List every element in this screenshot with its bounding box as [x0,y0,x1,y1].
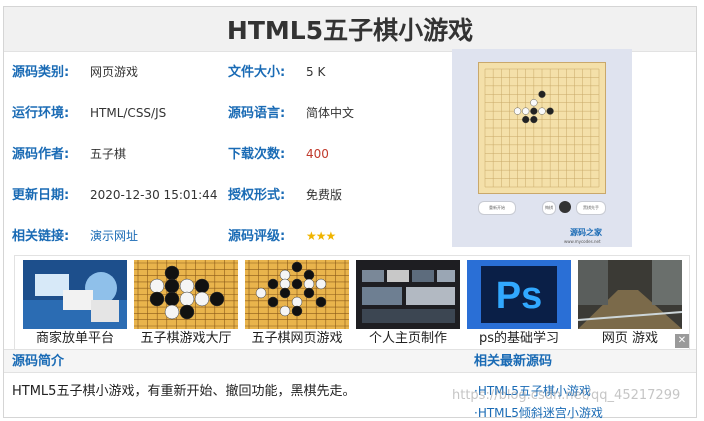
black-stone [291,261,303,273]
black-stone [267,296,279,308]
info-value: 免费版 [306,188,343,202]
preview-image[interactable]: 重新开始 悔棋 黑棋先手 源码之家 www.mycodes.net [452,49,632,247]
info-label: 源码作者: [12,147,70,162]
restart-button: 重新开始 [478,201,516,215]
thumb-image-gomoku-hall [134,260,238,329]
black-stone [267,278,279,290]
black-stone [164,278,180,294]
white-stone [303,278,315,290]
white-stone [291,296,303,308]
title-bar: HTML5五子棋小游戏 [4,7,696,52]
close-icon[interactable]: ✕ [675,334,689,348]
white-stone [538,107,546,115]
info-label: 文件大小: [228,65,286,80]
thumb-item[interactable]: Ps ps的基础学习 [467,260,571,351]
black-stone [179,304,195,320]
white-stone [179,291,195,307]
white-stone [513,107,522,115]
thumb-caption[interactable]: ps的基础学习 [467,329,571,349]
white-stone [279,278,291,290]
site-url: www.mycodes.net [564,239,601,244]
black-stone [530,107,538,115]
recent-section-title: 相关最新源码 [468,349,696,373]
black-stone-indicator [559,201,571,213]
thumb-image-merchant [23,260,127,329]
black-stone [209,291,225,307]
watermark: https://blog.csdn.net/qq_45217299 [452,388,681,403]
black-stone [530,115,538,124]
thumb-caption[interactable]: 网页 游戏 [578,329,682,349]
info-value: 五子棋 [90,147,127,161]
black-stone [303,269,315,281]
thumb-image-gomoku-web [245,260,349,329]
black-stone [164,291,180,307]
thumb-image-photoshop: Ps [467,260,571,329]
black-stone [303,287,315,299]
info-value: 400 [306,147,329,161]
black-first-button: 黑棋先手 [576,201,606,215]
white-stone [255,287,267,299]
thumb-caption[interactable]: 商家放单平台 [23,329,127,349]
thumb-image-web-game [578,260,682,329]
black-stone [546,107,554,115]
rating-stars: ★★★ [306,229,336,243]
thumb-item[interactable]: 网页 游戏 [578,260,682,351]
thumb-item[interactable]: 商家放单平台 [23,260,127,351]
white-stone [522,107,530,115]
info-label: 源码语言: [228,106,286,121]
thumb-item[interactable]: 五子棋网页游戏 [245,260,349,351]
svg-text:Ps: Ps [496,275,542,317]
thumb-caption[interactable]: 五子棋网页游戏 [245,329,349,349]
black-stone [194,278,210,294]
thumb-caption[interactable]: 五子棋游戏大厅 [134,329,238,349]
related-thumbnails: 商家放单平台 五子棋游戏大厅 五子棋网页游戏 个人主页制作 Ps ps的基础学习… [14,255,690,350]
info-label: 授权形式: [228,188,286,203]
white-stone [315,278,327,290]
black-stone [279,287,291,299]
intro-text: HTML5五子棋小游戏，有重新开始、撤回功能，黑棋先走。 [12,384,356,399]
black-stone [291,305,303,317]
info-value: 2020-12-30 15:01:44 [90,188,218,202]
recent-item[interactable]: ·HTML5倾斜迷宫小游戏 [474,404,603,421]
black-stone [538,90,546,98]
white-stone [279,305,291,317]
black-stone [291,278,303,290]
info-label: 源码类别: [12,65,70,80]
info-label: 下载次数: [228,147,286,162]
info-label: 相关链接: [12,229,70,244]
info-value: 5 K [306,65,326,79]
thumb-image-homepage [356,260,460,329]
info-label: 运行环境: [12,106,70,121]
info-value[interactable]: 演示网址 [90,216,138,257]
white-stone [164,304,180,320]
intro-section-title: 源码简介 [4,349,468,373]
thumb-item[interactable]: 五子棋游戏大厅 [134,260,238,351]
undo-button: 悔棋 [542,201,556,215]
site-logo: 源码之家 [570,228,602,237]
black-stone [149,291,165,307]
white-stone [279,269,291,281]
info-value: 简体中文 [306,106,355,120]
white-stone [194,291,210,307]
gomoku-board [478,62,606,194]
white-stone [530,99,538,107]
info-label: 更新日期: [12,188,70,203]
black-stone [315,296,327,308]
board-grid [484,68,600,188]
info-label: 源码评级: [228,229,286,244]
thumb-item[interactable]: 个人主页制作 [356,260,460,351]
thumb-caption[interactable]: 个人主页制作 [356,329,460,349]
page-title: HTML5五子棋小游戏 [226,16,474,45]
black-stone [164,265,180,281]
info-value: 网页游戏 [90,65,139,79]
info-value: HTML/CSS/JS [90,106,167,120]
white-stone [149,278,165,294]
black-stone [522,115,530,124]
white-stone [179,278,195,294]
